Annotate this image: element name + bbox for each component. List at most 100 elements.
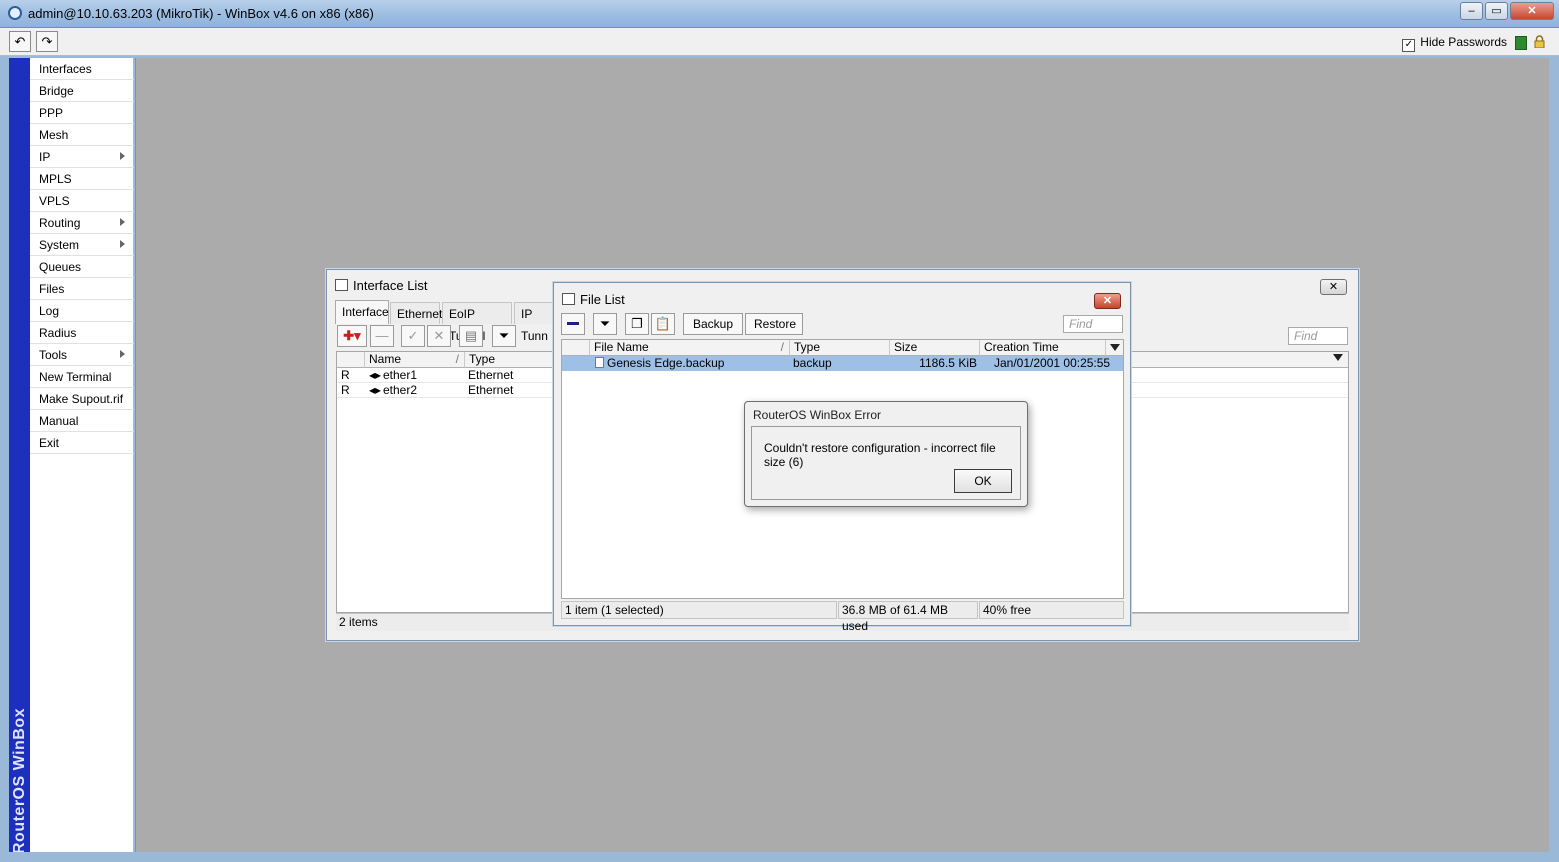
column-chooser-icon[interactable]: [1333, 354, 1343, 361]
filter-icon: ⏷: [599, 316, 611, 331]
row-flag: R: [341, 368, 350, 382]
ok-button[interactable]: OK: [954, 469, 1012, 493]
disable-button[interactable]: ✕: [427, 325, 451, 347]
hide-passwords-toggle[interactable]: ✓ Hide Passwords: [1402, 35, 1507, 52]
tab-ethernet[interactable]: Ethernet: [390, 302, 442, 324]
sort-icon: /: [780, 340, 784, 354]
comment-button[interactable]: ▤: [459, 325, 483, 347]
column-chooser-button[interactable]: [1106, 340, 1123, 356]
tab-interface[interactable]: Interface: [335, 300, 389, 324]
window-icon: [562, 293, 575, 305]
paste-button[interactable]: 📋: [651, 313, 675, 335]
sidebar-item-label: Manual: [39, 414, 79, 428]
sidebar-item-mpls[interactable]: MPLS: [30, 168, 134, 190]
sidebar-item-label: Files: [39, 282, 65, 296]
disk-usage: 36.8 MB of 61.4 MB used: [838, 601, 978, 633]
window-title: admin@10.10.63.203 (MikroTik) - WinBox v…: [28, 6, 374, 21]
paste-icon: 📋: [654, 316, 672, 331]
sidebar-item-tools[interactable]: Tools: [30, 344, 134, 366]
sidebar-item-label: System: [39, 238, 80, 252]
row-file-name: Genesis Edge.backup: [607, 356, 725, 370]
redo-button[interactable]: ↷: [36, 31, 58, 52]
undo-button[interactable]: ↶: [9, 31, 31, 52]
sidebar-item-system[interactable]: System: [30, 234, 134, 256]
column-header-flags[interactable]: [562, 340, 590, 356]
sidebar-item-files[interactable]: Files: [30, 278, 134, 300]
chevron-right-icon: [120, 152, 125, 160]
disk-free: 40% free: [979, 601, 1124, 619]
filter-button[interactable]: ⏷: [492, 325, 516, 347]
file-list-close-button[interactable]: ✕: [1094, 293, 1121, 309]
column-header-name[interactable]: Name /: [365, 352, 465, 368]
table-row-selected[interactable]: Genesis Edge.backup backup 1186.5 KiB Ja…: [562, 356, 1123, 371]
sidebar-item-mesh[interactable]: Mesh: [30, 124, 134, 146]
sidebar-item-exit[interactable]: Exit: [30, 432, 134, 454]
error-dialog-body: Couldn't restore configuration - incorre…: [751, 426, 1021, 500]
sidebar-item-label: Tools: [39, 348, 68, 362]
interface-list-title: Interface List: [353, 278, 428, 293]
hide-passwords-label: Hide Passwords: [1420, 35, 1507, 49]
column-header-flags[interactable]: [337, 352, 365, 368]
minimize-button[interactable]: –: [1460, 2, 1483, 20]
copy-button[interactable]: ❐: [625, 313, 649, 335]
check-icon: ✓: [407, 328, 419, 343]
remove-button[interactable]: —: [370, 325, 394, 347]
window-right-border: [1549, 58, 1559, 852]
sidebar-item-label: PPP: [39, 106, 64, 120]
sidebar-item-label: Make Supout.rif: [39, 392, 124, 406]
sidebar-item-label: New Terminal: [39, 370, 112, 384]
filter-button[interactable]: ⏷: [593, 313, 617, 335]
sidebar-item-radius[interactable]: Radius: [30, 322, 134, 344]
sidebar-item-new-terminal[interactable]: New Terminal: [30, 366, 134, 388]
close-window-button[interactable]: ✕: [1510, 2, 1554, 20]
sidebar-item-vpls[interactable]: VPLS: [30, 190, 134, 212]
copy-icon: ❐: [631, 316, 643, 331]
sidebar-menu: Interfaces Bridge PPP Mesh IP MPLS VPLS Routing…: [30, 58, 134, 852]
sidebar-item-bridge[interactable]: Bridge: [30, 80, 134, 102]
hide-passwords-checkbox[interactable]: ✓: [1402, 39, 1416, 52]
lock-icon: [1534, 35, 1545, 48]
error-dialog[interactable]: RouterOS WinBox Error Couldn't restore c…: [744, 401, 1028, 507]
backup-button[interactable]: Backup: [683, 313, 743, 335]
sidebar-item-label: IP: [39, 150, 51, 164]
sidebar-item-routing[interactable]: Routing: [30, 212, 134, 234]
chevron-down-icon: [1110, 344, 1120, 351]
column-header-file-name[interactable]: File Name /: [590, 340, 790, 356]
sidebar-item-make-supout-rif[interactable]: Make Supout.rif: [30, 388, 134, 410]
chevron-right-icon: [120, 350, 125, 358]
file-find-input[interactable]: Find: [1063, 315, 1123, 333]
row-size: 1186.5 KiB: [919, 356, 977, 370]
tab-eoip-tunnel[interactable]: EoIP Tunnel: [442, 302, 512, 343]
sidebar-item-queues[interactable]: Queues: [30, 256, 134, 278]
chevron-right-icon: [120, 240, 125, 248]
sort-icon: /: [455, 352, 459, 366]
ethernet-icon: ◂▸: [369, 383, 382, 397]
file-count: 1 item (1 selected): [561, 601, 837, 619]
sidebar-item-log[interactable]: Log: [30, 300, 134, 322]
row-type: backup: [793, 356, 832, 370]
sidebar-item-ip[interactable]: IP: [30, 146, 134, 168]
sidebar-item-ppp[interactable]: PPP: [30, 102, 134, 124]
window-titlebar: admin@10.10.63.203 (MikroTik) - WinBox v…: [0, 0, 1559, 28]
add-button[interactable]: ✚▾: [337, 325, 367, 347]
sidebar-item-label: Routing: [39, 216, 81, 230]
remove-file-button[interactable]: [561, 313, 585, 335]
sidebar-item-interfaces[interactable]: Interfaces: [30, 58, 134, 80]
enable-button[interactable]: ✓: [401, 325, 425, 347]
interface-list-close-button[interactable]: ✕: [1320, 279, 1347, 295]
error-dialog-title: RouterOS WinBox Error: [753, 408, 882, 422]
maximize-button[interactable]: ▭: [1485, 2, 1508, 20]
file-status-bar: 1 item (1 selected) 36.8 MB of 61.4 MB u…: [561, 601, 1124, 633]
restore-button[interactable]: Restore: [745, 313, 803, 335]
column-header-size[interactable]: Size: [890, 340, 980, 356]
sidebar-item-label: Exit: [39, 436, 60, 450]
redo-icon: ↷: [41, 34, 53, 49]
column-header-creation-time[interactable]: Creation Time: [980, 340, 1106, 356]
row-name: ether2: [383, 383, 418, 397]
column-header-type[interactable]: Type: [790, 340, 890, 356]
sidebar-item-manual[interactable]: Manual: [30, 410, 134, 432]
sidebar-item-label: Mesh: [39, 128, 69, 142]
error-message: Couldn't restore configuration - incorre…: [764, 441, 996, 469]
row-type: Ethernet: [468, 368, 514, 382]
interface-find-input[interactable]: Find: [1288, 327, 1348, 345]
